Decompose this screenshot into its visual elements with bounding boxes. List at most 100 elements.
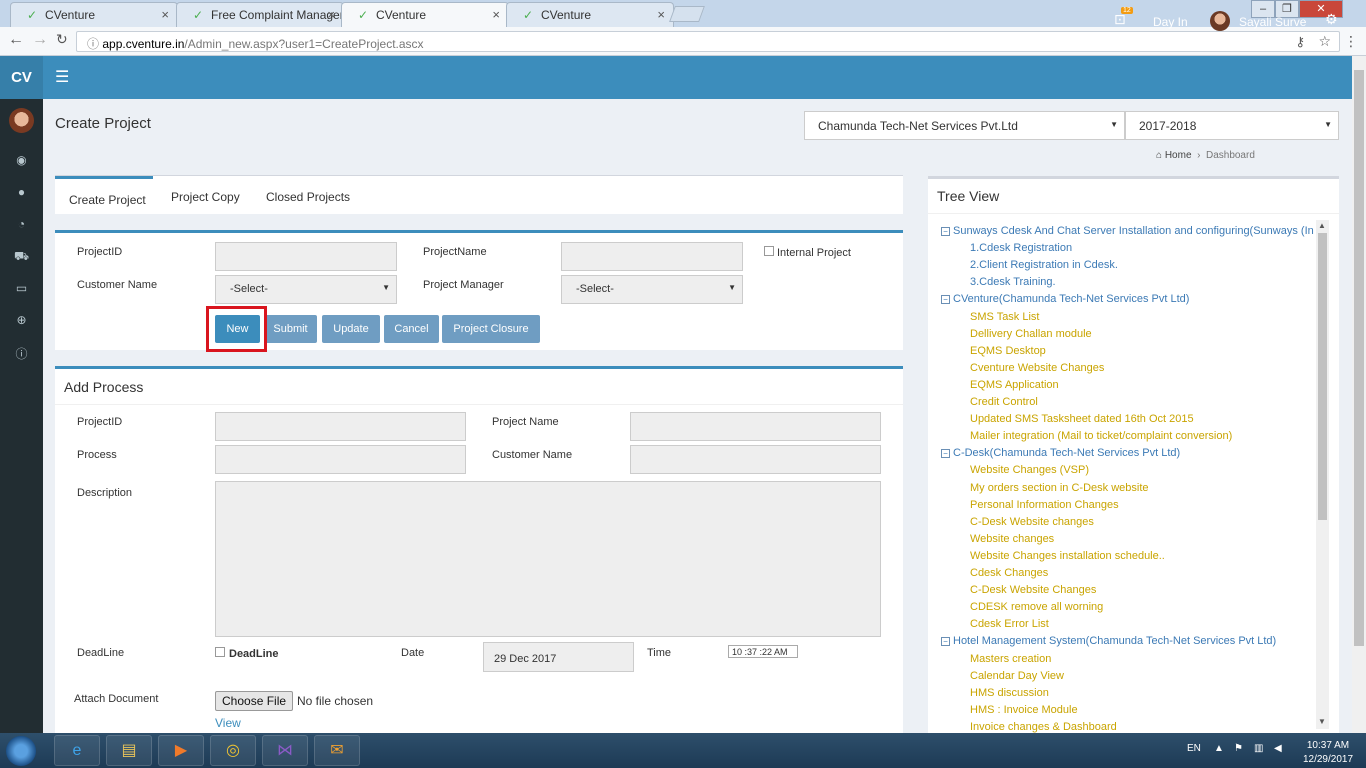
tree-item[interactable]: 1.Cdesk Registration <box>970 242 1072 254</box>
customer-name-select[interactable]: -Select- ▼ <box>215 275 397 304</box>
browser-menu-icon[interactable]: ⋮ <box>1344 33 1358 50</box>
close-tab-icon[interactable]: × <box>327 7 335 22</box>
tree-item[interactable]: C-Desk Website Changes <box>970 584 1096 596</box>
user-icon[interactable]: ● <box>0 185 43 199</box>
back-arrow-icon[interactable]: ← <box>8 31 24 49</box>
browser-tab-1[interactable]: ✓ CVenture × <box>10 2 178 27</box>
forward-arrow-icon[interactable]: → <box>32 31 48 49</box>
scroll-down-icon[interactable]: ▼ <box>1318 717 1326 726</box>
description-textarea[interactable] <box>215 481 881 637</box>
project-closure-button[interactable]: Project Closure <box>442 315 540 343</box>
network-icon[interactable]: ▥ <box>1254 743 1263 754</box>
tree-item[interactable]: Personal Information Changes <box>970 499 1119 511</box>
tree-group-node[interactable]: − Sunways Cdesk And Chat Server Installat… <box>941 225 1314 237</box>
tree-item[interactable]: CDESK remove all worning <box>970 601 1103 613</box>
process-project-name-input[interactable] <box>630 412 881 441</box>
tree-item[interactable]: HMS : Invoice Module <box>970 704 1078 716</box>
tree-item[interactable]: Website changes <box>970 533 1054 545</box>
explorer-taskbar-icon[interactable]: ▤ <box>106 735 152 766</box>
process-input[interactable] <box>215 445 466 474</box>
bookmark-star-icon[interactable]: ☆ <box>1318 33 1331 50</box>
process-customer-name-input[interactable] <box>630 445 881 474</box>
info-circle-icon[interactable]: ⓘ <box>0 345 43 362</box>
info-icon[interactable]: ⓘ <box>87 37 99 51</box>
deadline-checkbox[interactable] <box>215 647 225 657</box>
tree-scrollbar[interactable]: ▲ ▼ <box>1316 220 1329 729</box>
tree-group-node[interactable]: − Hotel Management System(Chamunda Tech-N… <box>941 635 1276 647</box>
tree-item[interactable]: Invoice changes & Dashboard <box>970 721 1117 733</box>
tree-item[interactable]: Cventure Website Changes <box>970 362 1104 374</box>
view-link[interactable]: View <box>215 716 241 730</box>
chrome-taskbar-icon[interactable]: ◎ <box>210 735 256 766</box>
tree-item[interactable]: Website Changes installation schedule.. <box>970 550 1165 562</box>
tree-item[interactable]: EQMS Desktop <box>970 345 1046 357</box>
tab-closed-projects[interactable]: Closed Projects <box>266 190 350 204</box>
collapse-toggle-icon[interactable]: − <box>941 295 950 305</box>
tab-create-project[interactable]: Create Project <box>55 176 153 215</box>
year-select[interactable]: 2017-2018 ▼ <box>1125 111 1339 140</box>
browser-tab-4[interactable]: ✓ CVenture × <box>506 2 674 27</box>
outlook-taskbar-icon[interactable]: ✉ <box>314 735 360 766</box>
user-name[interactable]: Sayali Surve <box>1239 15 1306 29</box>
tree-item[interactable]: HMS discussion <box>970 687 1049 699</box>
browser-tab-3-active[interactable]: ✓ CVenture × <box>341 2 509 27</box>
tree-item[interactable]: EQMS Application <box>970 379 1059 391</box>
tree-item[interactable]: Cdesk Changes <box>970 567 1048 579</box>
credit-card-icon[interactable]: ▭ <box>0 281 43 295</box>
tree-item[interactable]: Credit Control <box>970 396 1038 408</box>
tray-up-arrow-icon[interactable]: ▲ <box>1214 743 1224 754</box>
flag-icon[interactable]: ⚑ <box>1234 743 1243 754</box>
tree-group-node[interactable]: − CVenture(Chamunda Tech-Net Services Pvt… <box>941 293 1189 305</box>
breadcrumb-home[interactable]: Home <box>1165 150 1192 161</box>
hamburger-menu-icon[interactable]: ☰ <box>55 67 69 87</box>
settings-cogs-icon[interactable]: ⚙ <box>1325 11 1338 28</box>
tree-item[interactable]: Mailer integration (Mail to ticket/compl… <box>970 430 1232 442</box>
tree-item[interactable]: 3.Cdesk Training. <box>970 276 1056 288</box>
tree-group-node[interactable]: − C-Desk(Chamunda Tech-Net Services Pvt L… <box>941 447 1180 459</box>
close-tab-icon[interactable]: × <box>161 7 169 22</box>
scroll-up-icon[interactable]: ▲ <box>1318 221 1326 230</box>
tree-item[interactable]: My orders section in C-Desk website <box>970 482 1149 494</box>
project-manager-select[interactable]: -Select- ▼ <box>561 275 743 304</box>
collapse-toggle-icon[interactable]: − <box>941 227 950 236</box>
close-tab-icon[interactable]: × <box>492 7 500 22</box>
reload-icon[interactable]: ↻ <box>56 31 68 48</box>
tree-item[interactable]: SMS Task List <box>970 311 1040 323</box>
update-button[interactable]: Update <box>322 315 380 343</box>
choose-file-button[interactable]: Choose File <box>215 691 294 711</box>
key-icon[interactable]: ⚷ <box>1295 34 1305 50</box>
tree-item[interactable]: Cdesk Error List <box>970 618 1049 630</box>
volume-icon[interactable]: ◀ <box>1274 743 1282 754</box>
time-input[interactable]: 10 :37 :22 AM <box>728 645 798 658</box>
date-input[interactable]: 29 Dec 2017 <box>483 642 634 672</box>
cancel-button[interactable]: Cancel <box>384 315 439 343</box>
tree-item[interactable]: Calendar Day View <box>970 670 1064 682</box>
internal-project-checkbox[interactable] <box>764 246 774 256</box>
company-select[interactable]: Chamunda Tech-Net Services Pvt.Ltd ▼ <box>804 111 1125 140</box>
ie-taskbar-icon[interactable]: e <box>54 735 100 766</box>
tree-item[interactable]: Dellivery Challan module <box>970 328 1092 340</box>
tree-item[interactable]: C-Desk Website changes <box>970 516 1094 528</box>
taskbar-clock[interactable]: 10:37 AM 12/29/2017 <box>1300 739 1356 767</box>
project-id-input[interactable] <box>215 242 397 271</box>
tree-item[interactable]: Masters creation <box>970 653 1051 665</box>
new-tab-button[interactable] <box>669 6 705 22</box>
cart-icon[interactable]: ⛟ <box>0 249 43 265</box>
tree-item[interactable]: 2.Client Registration in Cdesk. <box>970 259 1118 271</box>
tab-project-copy[interactable]: Project Copy <box>171 190 240 204</box>
visual-studio-taskbar-icon[interactable]: ⋈ <box>262 735 308 766</box>
day-in-link[interactable]: Day In <box>1153 15 1188 29</box>
tree-item[interactable]: Updated SMS Tasksheet dated 16th Oct 201… <box>970 413 1194 425</box>
submit-button[interactable]: Submit <box>264 315 317 343</box>
collapse-toggle-icon[interactable]: − <box>941 637 950 647</box>
close-tab-icon[interactable]: × <box>657 7 665 22</box>
tree-scroll-thumb[interactable] <box>1318 233 1327 520</box>
pie-chart-icon[interactable]: ◔ <box>0 217 43 231</box>
media-player-taskbar-icon[interactable]: ▶ <box>158 735 204 766</box>
user-avatar[interactable] <box>1210 11 1230 31</box>
dashboard-icon[interactable]: ◉ <box>0 153 43 167</box>
app-logo[interactable]: CV <box>0 56 43 99</box>
project-name-input[interactable] <box>561 242 743 271</box>
page-scrollbar[interactable] <box>1352 56 1366 733</box>
language-indicator[interactable]: EN <box>1187 743 1201 754</box>
